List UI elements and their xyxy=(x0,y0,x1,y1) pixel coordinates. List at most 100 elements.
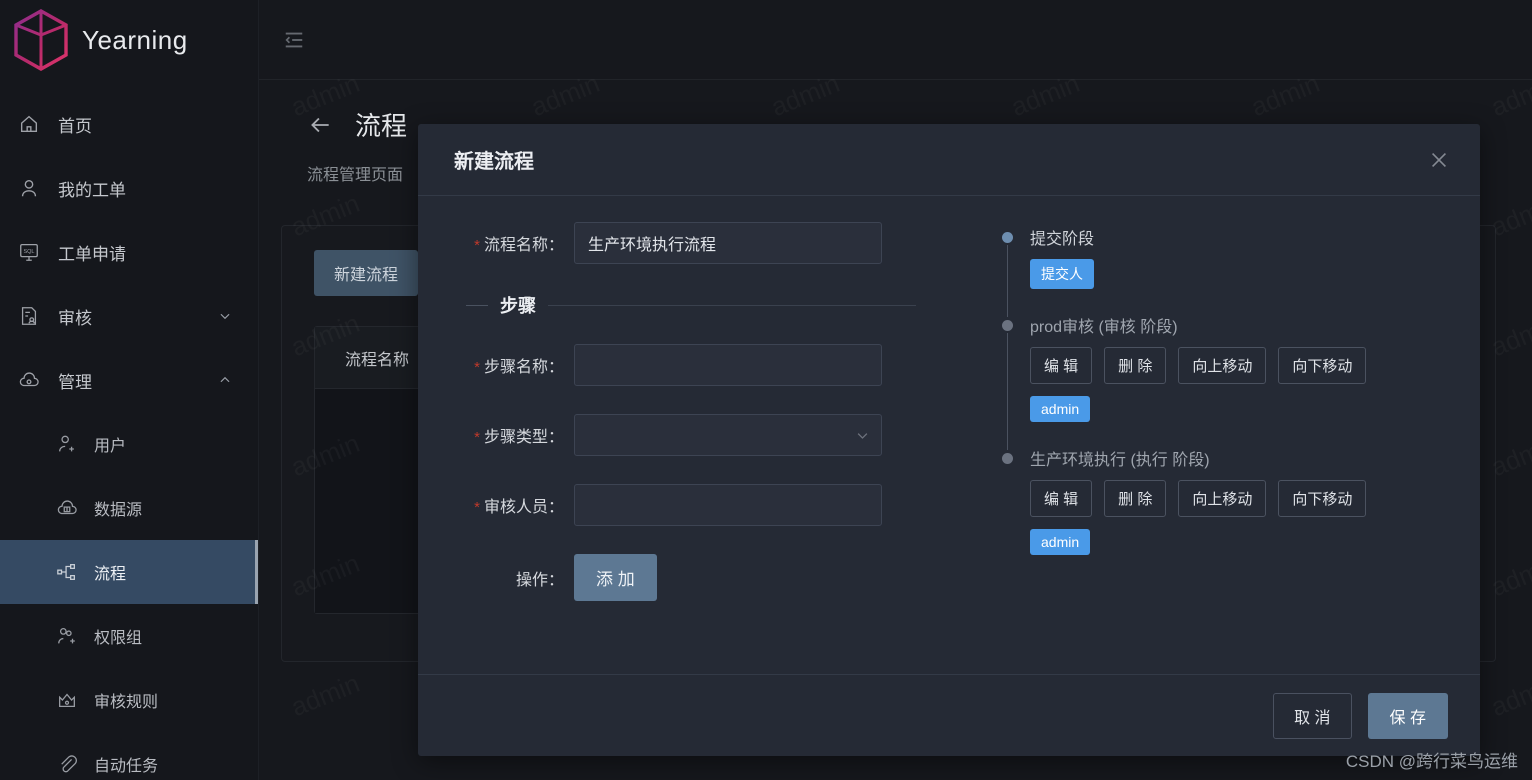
sidebar-label-datasource: 数据源 xyxy=(94,502,143,519)
user-group-add-icon xyxy=(58,628,75,644)
sidebar-item-datasource[interactable]: 数据源 xyxy=(0,476,258,540)
sidebar-label-order-apply: 工单申请 xyxy=(58,244,126,264)
required-marker: * xyxy=(474,237,480,254)
step-type-select[interactable] xyxy=(574,414,882,456)
field-row-step-type: * 步骤类型： xyxy=(454,414,938,456)
add-step-button[interactable]: 添 加 xyxy=(574,554,657,601)
nav-submenu-manage: 用户 数据源 流程 权限组 审核规则 自动任务 xyxy=(0,412,258,780)
brand[interactable]: Yearning xyxy=(0,0,258,80)
field-row-action: 操作： 添 加 xyxy=(454,554,938,601)
sidebar-item-manage[interactable]: 管理 xyxy=(0,348,258,412)
field-row-step-name: * 步骤名称： xyxy=(454,344,938,386)
database-cloud-icon xyxy=(57,500,77,515)
required-marker: * xyxy=(474,429,480,446)
timeline-dot-icon xyxy=(1002,320,1013,331)
flow-form: *流程名称： 步骤 *步骤名称： *步骤类 xyxy=(418,222,938,674)
flow-timeline: 提交阶段 提交人 prod审核 (审核 阶段) 编 辑删 除向上移动 向下移动 admin… xyxy=(938,222,1480,674)
modal-title: 新建流程 xyxy=(454,151,534,173)
reviewer-input[interactable] xyxy=(574,484,882,526)
timeline-stage-title: 提交阶段 xyxy=(1030,231,1095,248)
step-name-input[interactable] xyxy=(574,344,882,386)
timeline-dot-icon xyxy=(1002,232,1013,243)
sidebar-label-users: 用户 xyxy=(94,438,127,455)
audit-icon xyxy=(21,307,37,325)
sidebar-item-permission-group[interactable]: 权限组 xyxy=(0,604,258,668)
timeline-action-button[interactable]: 向下移动 xyxy=(1278,347,1367,384)
label-step-name-text: 步骤名称： xyxy=(483,359,564,376)
hexagon-logo-icon xyxy=(14,9,68,71)
sidebar-item-flow[interactable]: 流程 xyxy=(0,540,258,604)
sidebar-item-my-orders[interactable]: 我的工单 xyxy=(0,156,258,220)
topbar xyxy=(259,0,1532,80)
label-action: 操作： xyxy=(515,571,564,589)
timeline-connector xyxy=(1007,245,1008,317)
field-row-flow-name: * 流程名称： xyxy=(454,222,938,264)
modal-header: 新建流程 xyxy=(418,124,1480,196)
sidebar-label-auto-task: 自动任务 xyxy=(94,758,159,775)
timeline-action-button[interactable]: 删 除 xyxy=(1104,480,1167,517)
timeline-action-button[interactable]: 向下移动 xyxy=(1278,480,1367,517)
user-add-icon xyxy=(59,435,74,452)
modal-body: *流程名称： 步骤 *步骤名称： *步骤类 xyxy=(418,196,1480,674)
label-step-type-text: 步骤类型： xyxy=(483,429,564,446)
divider-line xyxy=(548,304,916,306)
timeline-dot-icon xyxy=(1002,453,1013,464)
divider-dash xyxy=(466,304,488,306)
sidebar-item-order-apply[interactable]: SQL 工单申请 xyxy=(0,220,258,284)
timeline-action-buttons: 编 辑删 除向上移动 向下移动 xyxy=(1030,480,1480,517)
user-icon xyxy=(21,179,37,197)
csdn-credit: CSDN @跨行菜鸟运维 xyxy=(1345,752,1518,771)
timeline-item: 生产环境执行 (执行 阶段) 编 辑删 除向上移动 向下移动 admin xyxy=(1002,446,1480,579)
chevron-up-icon[interactable] xyxy=(218,373,232,387)
label-step-name: * 步骤名称： xyxy=(454,353,574,377)
modal-footer: 取 消 保 存 xyxy=(418,674,1480,756)
timeline-action-button[interactable]: 向上移动 xyxy=(1178,347,1267,384)
timeline-tag-row: admin xyxy=(1030,396,1480,436)
arrow-left-icon[interactable] xyxy=(307,112,333,138)
timeline-user-tag: admin xyxy=(1030,529,1091,555)
crown-icon xyxy=(59,693,75,708)
timeline-action-button[interactable]: 编 辑 xyxy=(1030,347,1093,384)
sidebar-label-flow: 流程 xyxy=(94,566,127,583)
timeline-action-buttons: 编 辑删 除向上移动 向下移动 xyxy=(1030,347,1480,384)
workflow-icon xyxy=(57,564,75,580)
timeline-item: prod审核 (审核 阶段) 编 辑删 除向上移动 向下移动 admin xyxy=(1002,313,1480,450)
new-flow-button[interactable]: 新建流程 xyxy=(314,250,419,296)
label-step-type: * 步骤类型： xyxy=(454,423,574,447)
sidebar-label-manage: 管理 xyxy=(58,372,92,392)
field-row-reviewer: * 审核人员： xyxy=(454,484,938,526)
required-marker: * xyxy=(474,499,480,516)
required-marker: * xyxy=(474,359,480,376)
sidebar-label-audit-rules: 审核规则 xyxy=(94,694,159,711)
close-icon[interactable] xyxy=(1428,149,1450,171)
sidebar-item-home[interactable]: 首页 xyxy=(0,92,258,156)
sidebar-item-users[interactable]: 用户 xyxy=(0,412,258,476)
sidebar-label-my-orders: 我的工单 xyxy=(58,180,126,200)
sidebar-label-permission-group: 权限组 xyxy=(94,630,143,647)
menu-collapse-icon[interactable] xyxy=(283,29,305,51)
timeline-action-button[interactable]: 向上移动 xyxy=(1178,480,1267,517)
label-flow-name: * 流程名称： xyxy=(454,231,574,255)
timeline-stage-title: 生产环境执行 (执行 阶段) xyxy=(1030,452,1210,469)
flow-name-input[interactable] xyxy=(574,222,882,264)
timeline-action-button[interactable]: 编 辑 xyxy=(1030,480,1093,517)
sql-monitor-icon: SQL xyxy=(20,244,38,261)
page-title: 流程 xyxy=(355,111,408,141)
sidebar-item-audit[interactable]: 审核 xyxy=(0,284,258,348)
timeline-item: 提交阶段 提交人 xyxy=(1002,225,1480,317)
timeline-connector xyxy=(1007,333,1008,450)
svg-text:SQL: SQL xyxy=(23,249,34,255)
save-button[interactable]: 保 存 xyxy=(1367,692,1448,739)
cancel-button[interactable]: 取 消 xyxy=(1273,692,1352,739)
timeline-action-button[interactable]: 删 除 xyxy=(1104,347,1167,384)
chevron-down-icon[interactable] xyxy=(218,309,232,323)
sidebar-item-audit-rules[interactable]: 审核规则 xyxy=(0,668,258,732)
sidebar-item-auto-task[interactable]: 自动任务 xyxy=(0,732,258,780)
nav-main: 首页 我的工单 SQL 工单申请 审核 管理 用户 数据源 流程 权限组 审核规… xyxy=(0,80,258,780)
timeline-tag-row: admin xyxy=(1030,529,1480,569)
cloud-gear-icon xyxy=(19,372,39,387)
steps-divider-label: 步骤 xyxy=(500,296,536,316)
sidebar-label-home: 首页 xyxy=(58,116,92,136)
sidebar: Yearning 首页 我的工单 SQL 工单申请 审核 管理 用户 数据源 流… xyxy=(0,0,259,780)
step-type-select-wrap xyxy=(574,414,882,456)
